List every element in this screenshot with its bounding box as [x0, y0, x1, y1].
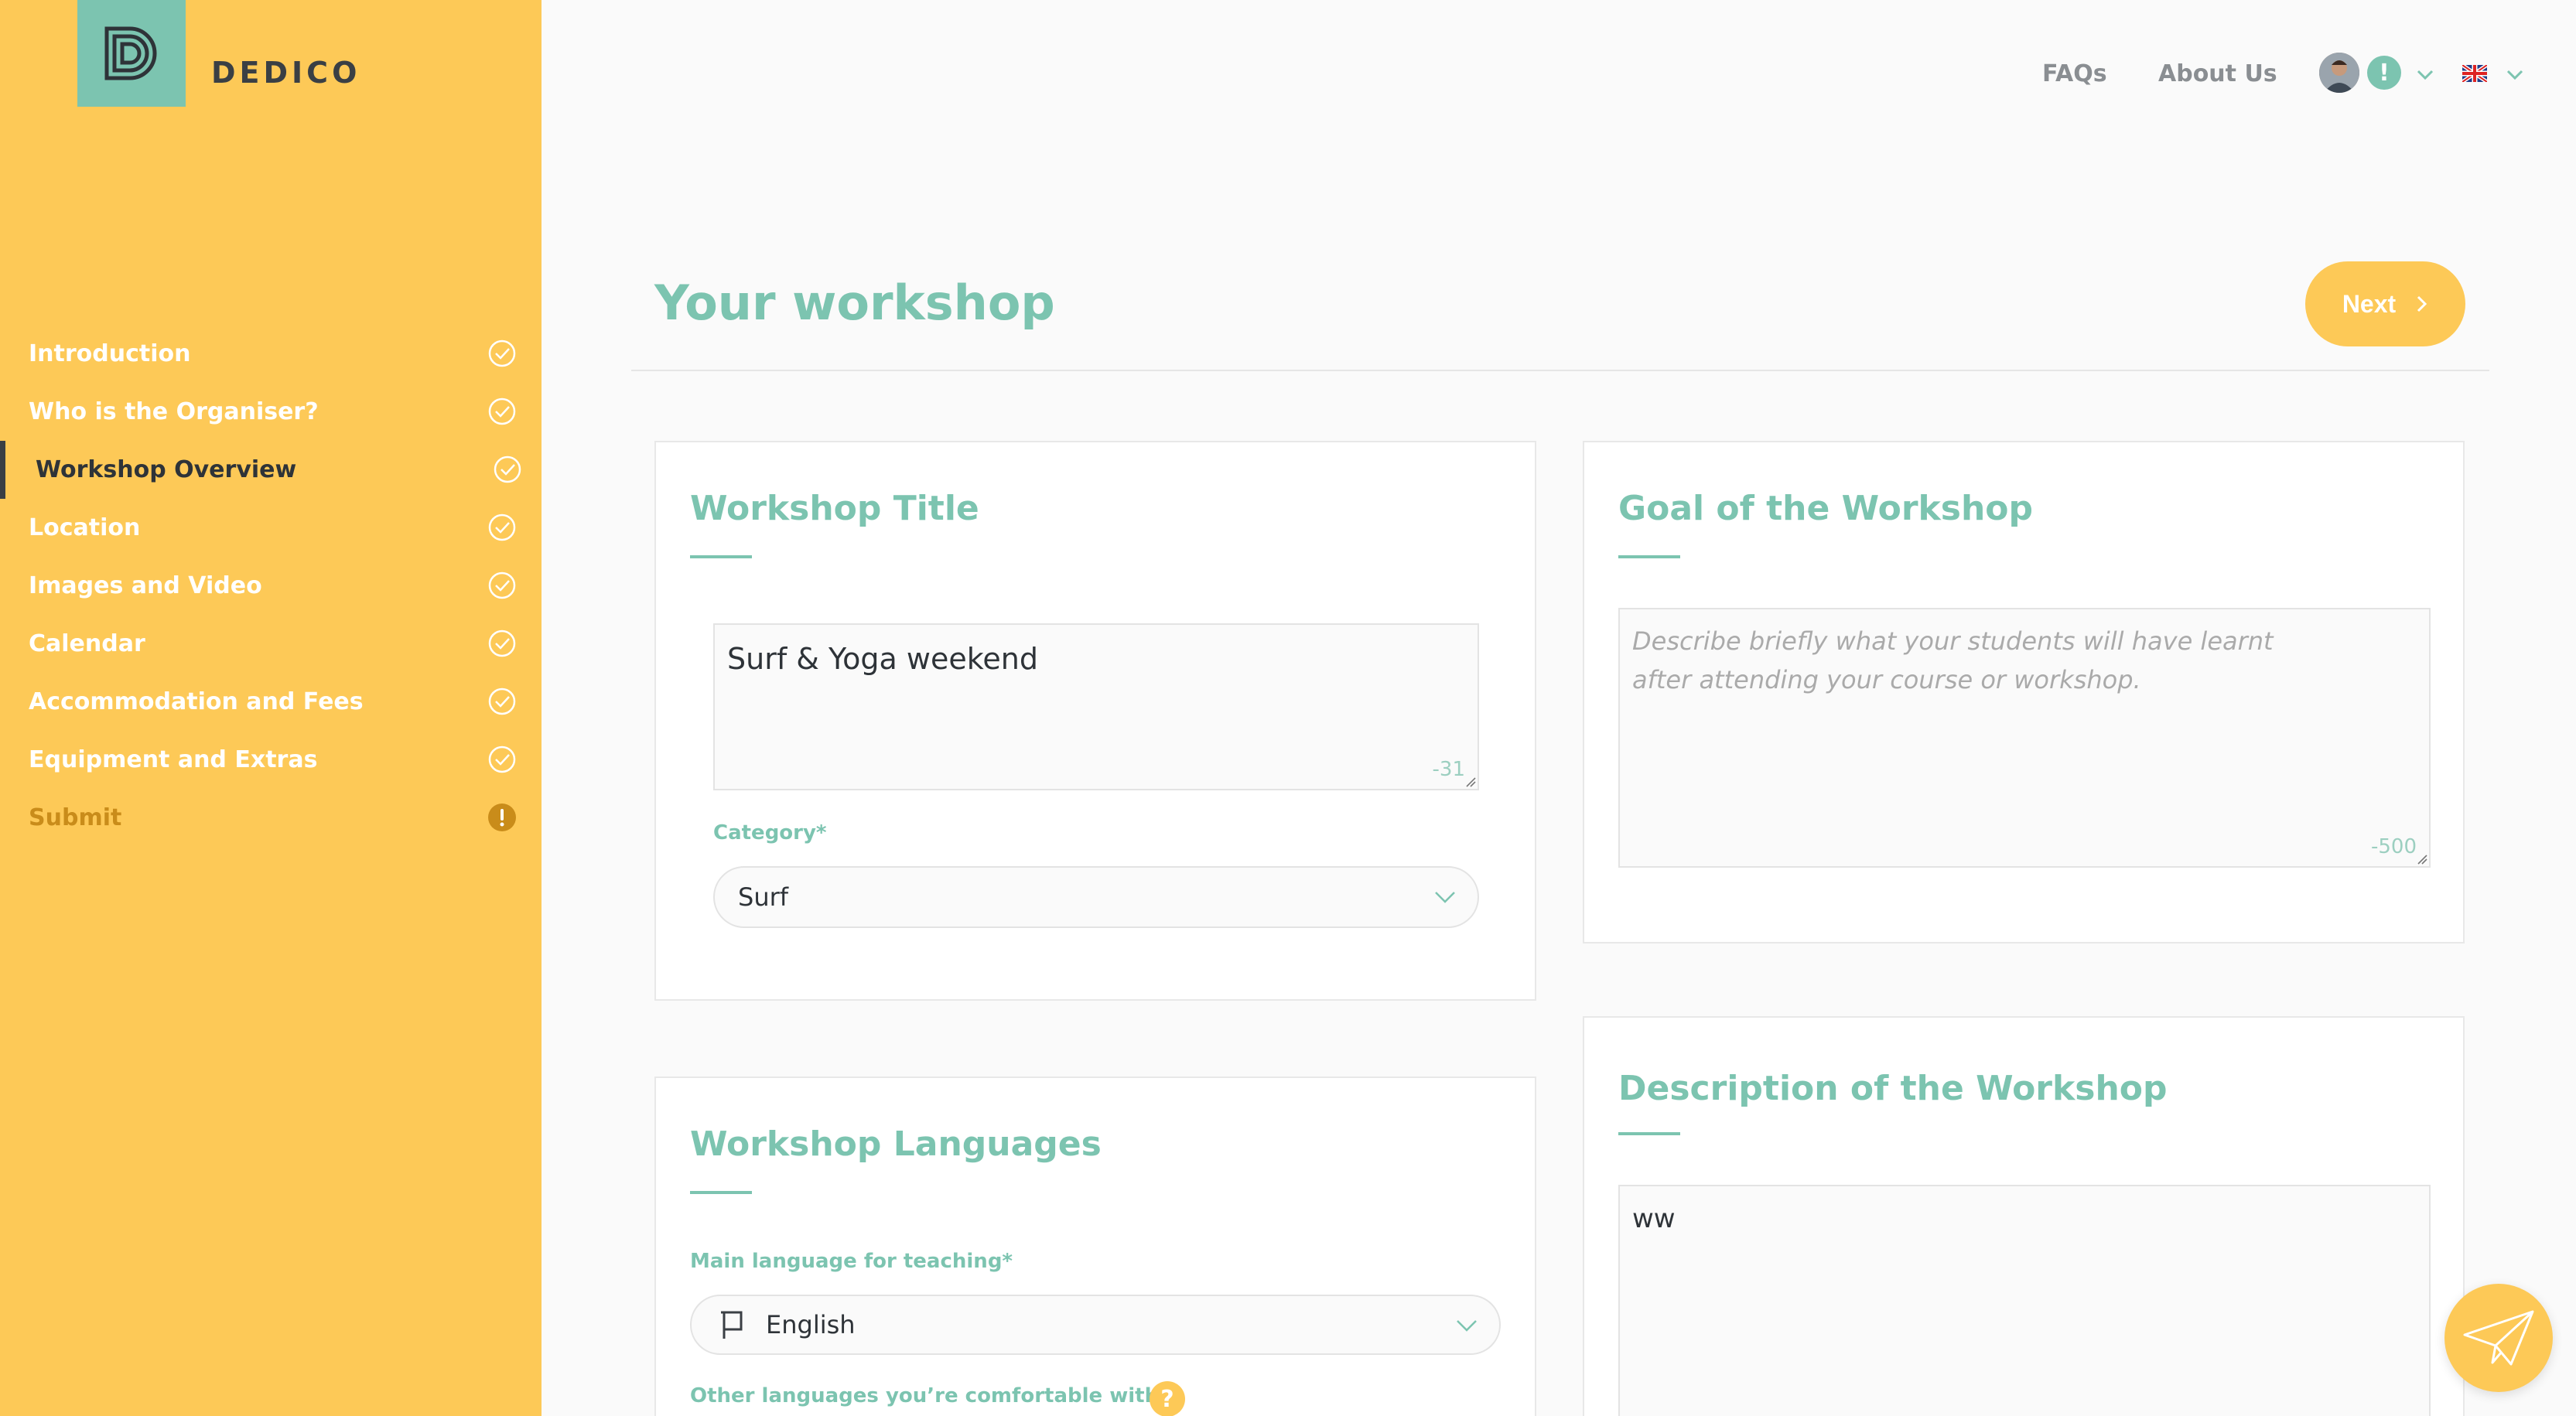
main-language-label: Main language for teaching*	[690, 1250, 1013, 1273]
category-label: Category*	[713, 821, 827, 844]
sidebar-item-accommodation-fees[interactable]: Accommodation and Fees	[0, 673, 542, 731]
check-circle-icon	[488, 398, 516, 425]
workshop-title-card: Workshop Title Surf & Yoga weekend -31 C…	[654, 441, 1536, 1001]
main-language-select[interactable]: English	[690, 1295, 1501, 1355]
chevron-down-icon[interactable]	[2414, 67, 2437, 82]
sidebar-item-equipment-extras[interactable]: Equipment and Extras	[0, 731, 542, 789]
category-value: Surf	[738, 882, 789, 912]
sidebar-item-introduction[interactable]: Introduction	[0, 325, 542, 383]
sidebar-item-submit[interactable]: Submit	[0, 789, 542, 847]
workshop-title-input[interactable]: Surf & Yoga weekend -31	[713, 623, 1479, 790]
sidebar-nav: Introduction Who is the Organiser? Works…	[0, 325, 542, 847]
sidebar-item-label: Calendar	[29, 630, 145, 657]
other-languages-label: Other languages you’re comfortable with	[690, 1384, 1160, 1407]
chevron-down-icon	[1457, 1320, 1477, 1332]
page-title: Your workshop	[654, 275, 1055, 331]
send-message-button[interactable]	[2444, 1284, 2553, 1392]
sidebar: DEDICO Introduction Who is the Organiser…	[0, 0, 542, 1416]
title-underline	[690, 1191, 752, 1194]
languages-card: Workshop Languages Main language for tea…	[654, 1077, 1536, 1416]
resize-grip-icon[interactable]	[1465, 776, 1476, 787]
goal-input[interactable]: Describe briefly what your students will…	[1618, 608, 2431, 868]
sidebar-item-label: Submit	[29, 804, 122, 831]
goal-placeholder: Describe briefly what your students will…	[1632, 626, 2274, 694]
description-value: ww	[1632, 1203, 1676, 1234]
check-circle-icon	[488, 746, 516, 773]
sidebar-item-label: Location	[29, 514, 141, 541]
dedico-logo-icon	[104, 26, 157, 80]
divider	[631, 370, 2489, 371]
card-title: Workshop Languages	[690, 1124, 1102, 1164]
chevron-right-icon	[2417, 295, 2427, 312]
logo[interactable]	[77, 0, 186, 107]
sidebar-item-label: Images and Video	[29, 572, 262, 599]
card-title: Description of the Workshop	[1618, 1069, 2168, 1108]
check-circle-icon	[488, 572, 516, 599]
sidebar-item-images-video[interactable]: Images and Video	[0, 557, 542, 615]
description-input[interactable]: ww	[1618, 1185, 2431, 1416]
sidebar-item-location[interactable]: Location	[0, 499, 542, 557]
card-title: Workshop Title	[690, 489, 979, 528]
title-underline	[1618, 555, 1680, 558]
check-circle-icon	[494, 456, 521, 483]
warning-icon	[488, 804, 516, 831]
goal-card: Goal of the Workshop Describe briefly wh…	[1583, 441, 2465, 943]
sidebar-item-label: Introduction	[29, 340, 191, 367]
check-circle-icon	[488, 630, 516, 657]
faqs-link[interactable]: FAQs	[2042, 60, 2107, 87]
sidebar-item-label: Who is the Organiser?	[29, 398, 319, 425]
main-language-value: English	[766, 1310, 856, 1339]
check-circle-icon	[488, 339, 516, 367]
user-avatar-icon	[2319, 53, 2359, 93]
sidebar-item-calendar[interactable]: Calendar	[0, 615, 542, 673]
sidebar-item-label: Accommodation and Fees	[29, 688, 364, 715]
uk-flag-icon[interactable]	[2462, 65, 2487, 82]
check-circle-icon	[488, 688, 516, 715]
notification-badge[interactable]: !	[2367, 56, 2401, 90]
brand-name: DEDICO	[211, 56, 361, 90]
paper-plane-icon	[2463, 1310, 2534, 1366]
flag-icon	[721, 1311, 743, 1339]
char-counter: -500	[2370, 835, 2417, 858]
card-title: Goal of the Workshop	[1618, 489, 2034, 528]
char-counter: -31	[1432, 758, 1465, 781]
avatar[interactable]	[2319, 53, 2359, 93]
chevron-down-icon	[1435, 892, 1455, 903]
title-underline	[690, 555, 752, 558]
next-button[interactable]: Next	[2305, 261, 2465, 346]
chevron-down-icon[interactable]	[2503, 67, 2526, 82]
sidebar-item-label: Equipment and Extras	[29, 746, 318, 773]
category-select[interactable]: Surf	[713, 866, 1479, 928]
sidebar-item-label: Workshop Overview	[36, 456, 297, 483]
next-button-label: Next	[2342, 289, 2397, 318]
help-icon[interactable]: ?	[1150, 1381, 1185, 1416]
workshop-title-value: Surf & Yoga weekend	[727, 642, 1038, 676]
about-us-link[interactable]: About Us	[2158, 60, 2277, 87]
resize-grip-icon[interactable]	[2417, 854, 2427, 865]
sidebar-item-organiser[interactable]: Who is the Organiser?	[0, 383, 542, 441]
title-underline	[1618, 1132, 1680, 1135]
description-card: Description of the Workshop ww	[1583, 1016, 2465, 1416]
sidebar-item-workshop-overview[interactable]: Workshop Overview	[0, 441, 542, 499]
check-circle-icon	[488, 514, 516, 541]
